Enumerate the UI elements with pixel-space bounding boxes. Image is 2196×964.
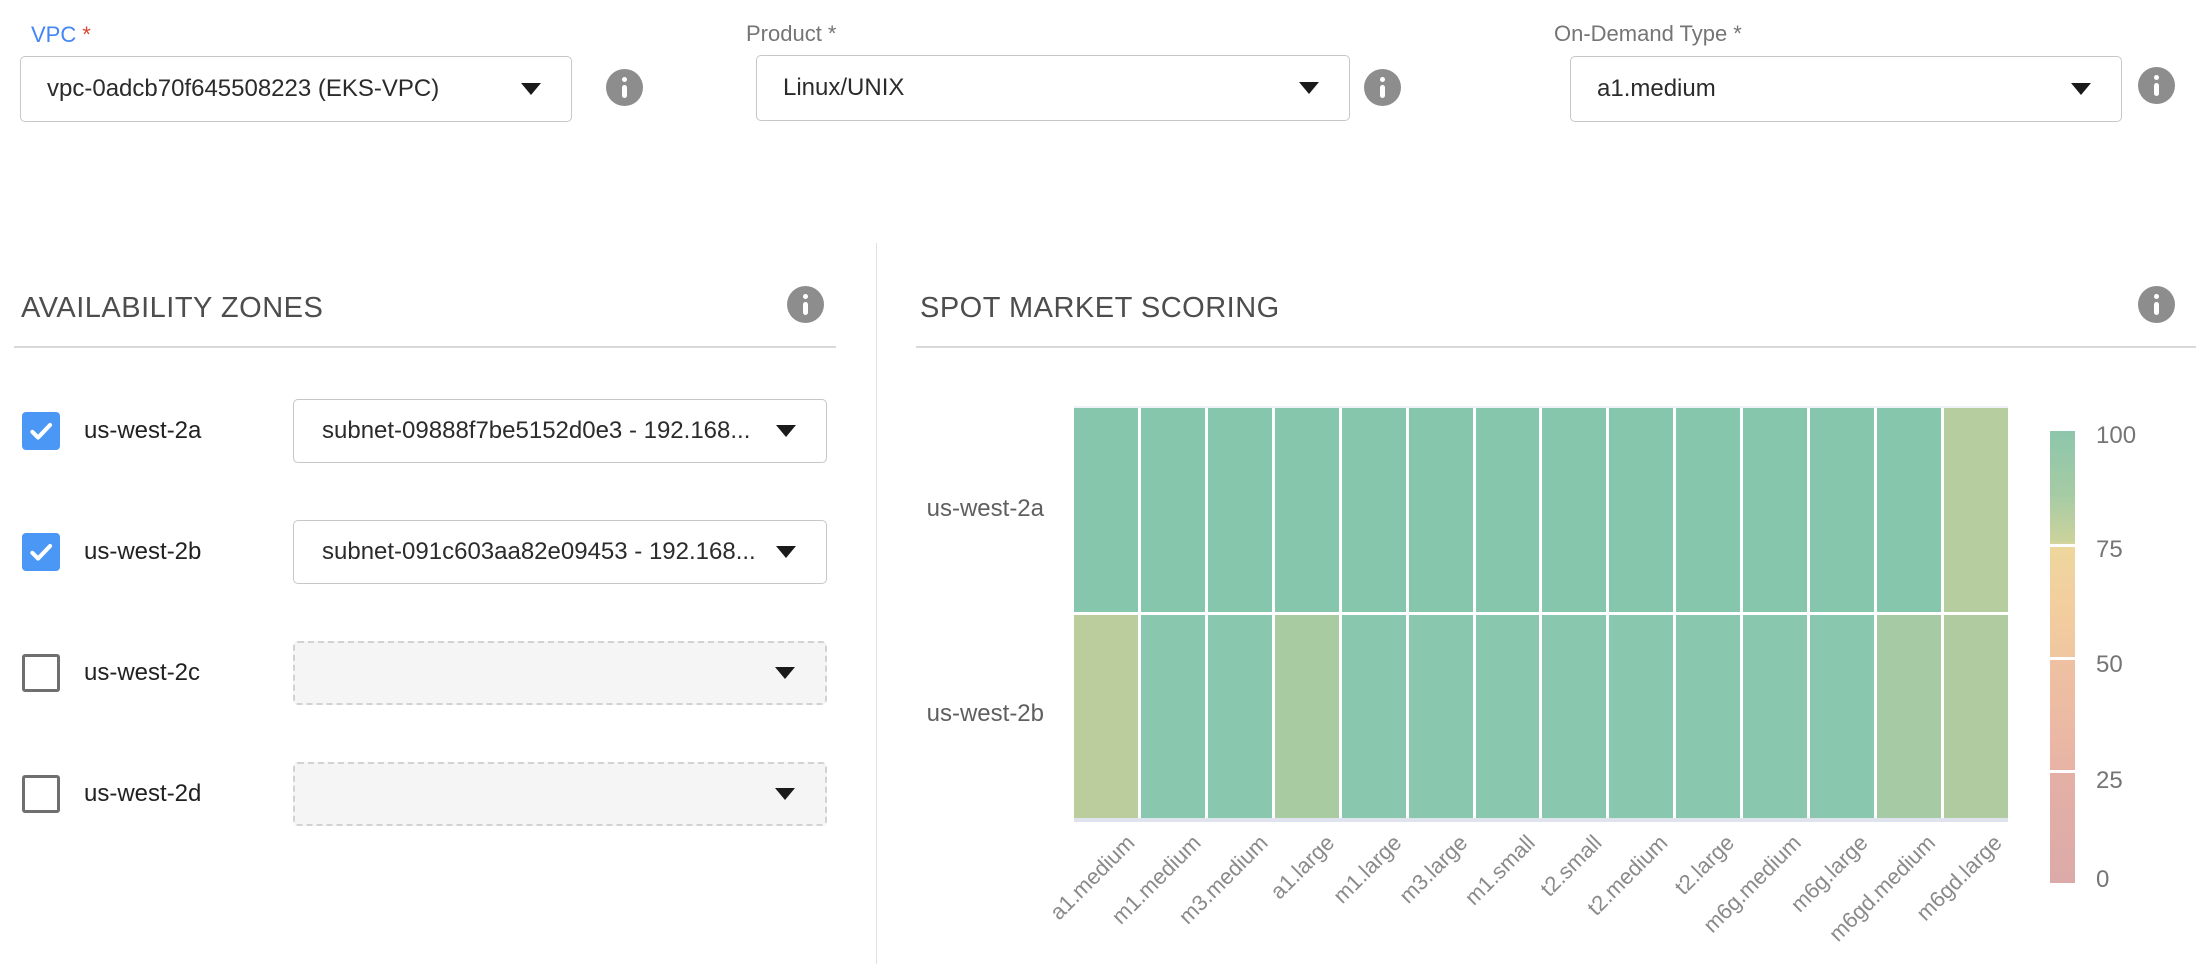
- colorbar-tick-label: 50: [2096, 651, 2123, 679]
- heatmap-cell: [1877, 615, 1941, 819]
- spot-market-scoring-title: SPOT MARKET SCORING: [920, 292, 1280, 325]
- heatmap-cell: [1476, 408, 1540, 612]
- az-row: us-west-2a subnet-09888f7be5152d0e3 - 192…: [14, 399, 844, 463]
- az-rows: us-west-2a subnet-09888f7be5152d0e3 - 192…: [14, 399, 844, 883]
- spot-market-scoring-info-icon[interactable]: [2138, 286, 2175, 323]
- heatmap-cell: [1810, 615, 1874, 819]
- az-checkbox-checked[interactable]: [22, 412, 60, 450]
- az-row: us-west-2b subnet-091c603aa82e09453 - 192…: [14, 520, 844, 584]
- colorbar-tick-label: 75: [2096, 536, 2123, 564]
- product-info-icon[interactable]: [1364, 69, 1401, 106]
- caret-down-icon: [775, 788, 795, 800]
- heatmap-row-label: us-west-2a: [824, 495, 1044, 523]
- on-demand-type-select[interactable]: a1.medium: [1570, 56, 2122, 122]
- heatmap-cell: [1743, 408, 1807, 612]
- az-zone-label: us-west-2d: [84, 780, 201, 808]
- vpc-select[interactable]: vpc-0adcb70f645508223 (EKS-VPC): [20, 56, 572, 122]
- az-checkbox-unchecked[interactable]: [22, 775, 60, 813]
- heatmap-cell: [1074, 408, 1138, 612]
- vpc-select-value: vpc-0adcb70f645508223 (EKS-VPC): [21, 75, 439, 103]
- heatmap-cell: [1275, 408, 1339, 612]
- heatmap-cell: [1609, 615, 1673, 819]
- caret-down-icon: [776, 546, 796, 558]
- az-subnet-select[interactable]: subnet-091c603aa82e09453 - 192.168...: [293, 520, 827, 584]
- az-zone-label: us-west-2b: [84, 538, 201, 566]
- vpc-info-icon[interactable]: [606, 69, 643, 106]
- colorbar-divider: [2050, 657, 2075, 660]
- product-label-text: Product: [746, 21, 822, 46]
- heatmap-column-label: a1.large: [1265, 830, 1340, 905]
- heatmap-cell: [1275, 615, 1339, 819]
- spot-score-heatmap: [1074, 406, 2008, 822]
- heatmap-cell: [1542, 615, 1606, 819]
- availability-zones-title: AVAILABILITY ZONES: [21, 292, 323, 325]
- section-divider: [916, 346, 2196, 348]
- az-subnet-value: subnet-091c603aa82e09453 - 192.168...: [294, 538, 756, 566]
- heatmap-colorbar: [2050, 431, 2075, 883]
- az-row: us-west-2c: [14, 641, 844, 705]
- heatmap-cell: [1877, 408, 1941, 612]
- spot-instance-config-page: VPC* vpc-0adcb70f645508223 (EKS-VPC) Pro…: [0, 0, 2196, 964]
- heatmap-cell: [1141, 408, 1205, 612]
- heatmap-cell: [1074, 615, 1138, 819]
- check-icon: [25, 536, 57, 568]
- heatmap-cell: [1609, 408, 1673, 612]
- caret-down-icon: [775, 667, 795, 679]
- az-subnet-value: subnet-09888f7be5152d0e3 - 192.168...: [294, 417, 750, 445]
- caret-down-icon: [2071, 83, 2091, 95]
- required-asterisk: *: [1733, 21, 1742, 46]
- heatmap-cell: [1944, 615, 2008, 819]
- az-checkbox-unchecked[interactable]: [22, 654, 60, 692]
- heatmap-column-label: m1.large: [1328, 830, 1407, 909]
- az-zone-label: us-west-2a: [84, 417, 201, 445]
- on-demand-type-label-text: On-Demand Type: [1554, 21, 1727, 46]
- az-zone-label: us-west-2c: [84, 659, 200, 687]
- product-select[interactable]: Linux/UNIX: [756, 55, 1350, 121]
- on-demand-type-select-value: a1.medium: [1571, 75, 1716, 103]
- product-select-value: Linux/UNIX: [757, 74, 904, 102]
- heatmap-cell: [1208, 615, 1272, 819]
- caret-down-icon: [776, 425, 796, 437]
- az-subnet-select[interactable]: subnet-09888f7be5152d0e3 - 192.168...: [293, 399, 827, 463]
- heatmap-cell: [1944, 408, 2008, 612]
- colorbar-tick-label: 0: [2096, 866, 2109, 894]
- heatmap-cell: [1476, 615, 1540, 819]
- section-divider: [14, 346, 836, 348]
- availability-zones-info-icon[interactable]: [787, 286, 824, 323]
- heatmap-cell: [1810, 408, 1874, 612]
- colorbar-tick-label: 25: [2096, 767, 2123, 795]
- heatmap-cell: [1208, 408, 1272, 612]
- colorbar-tick-label: 100: [2096, 422, 2136, 450]
- required-asterisk: *: [82, 22, 91, 47]
- heatmap-cell: [1743, 615, 1807, 819]
- product-label: Product*: [746, 21, 836, 47]
- on-demand-type-label: On-Demand Type*: [1554, 21, 1742, 47]
- heatmap-cell: [1409, 615, 1473, 819]
- heatmap-cell: [1409, 408, 1473, 612]
- heatmap-cell: [1342, 408, 1406, 612]
- heatmap-cell: [1342, 615, 1406, 819]
- vpc-label: VPC*: [31, 22, 91, 48]
- heatmap-row-label: us-west-2b: [824, 700, 1044, 728]
- caret-down-icon: [521, 83, 541, 95]
- az-subnet-select[interactable]: [293, 641, 827, 705]
- heatmap-column-label: m3.large: [1394, 830, 1473, 909]
- vpc-label-text: VPC: [31, 22, 76, 47]
- check-icon: [25, 415, 57, 447]
- panel-divider: [876, 243, 877, 964]
- required-asterisk: *: [828, 21, 837, 46]
- heatmap-cell: [1542, 408, 1606, 612]
- heatmap-cell: [1676, 615, 1740, 819]
- colorbar-divider: [2050, 544, 2075, 547]
- heatmap-cell: [1141, 615, 1205, 819]
- colorbar-divider: [2050, 770, 2075, 773]
- caret-down-icon: [1299, 82, 1319, 94]
- heatmap-cell: [1676, 408, 1740, 612]
- heatmap-column-label: m1.small: [1459, 830, 1540, 911]
- on-demand-type-info-icon[interactable]: [2138, 67, 2175, 104]
- az-subnet-select[interactable]: [293, 762, 827, 826]
- az-row: us-west-2d: [14, 762, 844, 826]
- az-checkbox-checked[interactable]: [22, 533, 60, 571]
